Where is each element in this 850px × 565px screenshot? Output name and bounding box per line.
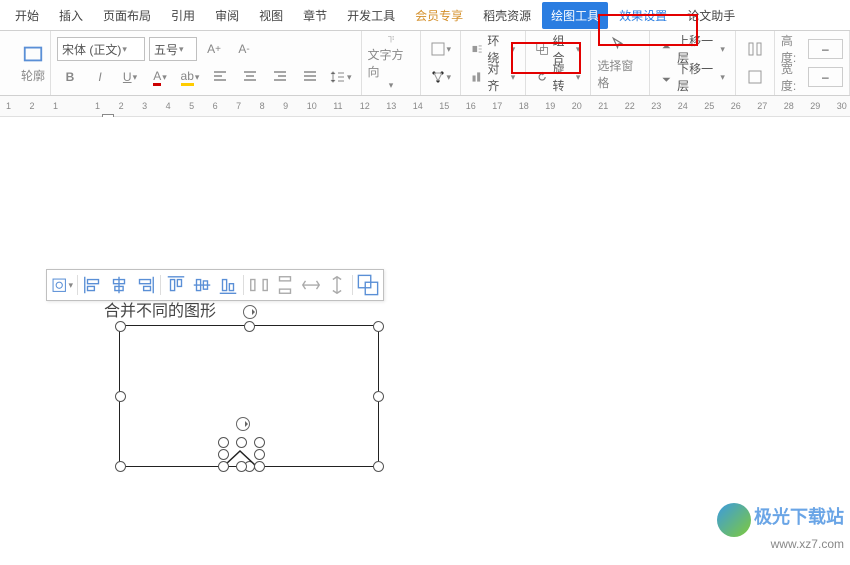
document-heading: 合并不同的图形 [104, 297, 216, 321]
align-left-icon[interactable] [207, 65, 233, 89]
italic-icon[interactable]: I [87, 65, 113, 89]
font-name-select[interactable]: 宋体 (正文)▾ [57, 37, 145, 61]
distribute-h-icon[interactable] [247, 273, 271, 297]
resize-handle[interactable] [115, 461, 126, 472]
shape-rectangle[interactable] [119, 325, 379, 467]
tab-review[interactable]: 审阅 [206, 2, 248, 29]
highlight-icon[interactable]: ab▾ [177, 65, 203, 89]
document-canvas[interactable]: ▾ 合并不同的图形 极光下载站 www.xz7.co [0, 117, 850, 557]
resize-handle[interactable] [254, 437, 265, 448]
increase-font-icon[interactable]: A+ [201, 37, 227, 61]
edit-shape-icon[interactable]: ▾ [427, 37, 455, 61]
equal-height-icon[interactable] [325, 273, 349, 297]
tab-developer[interactable]: 开发工具 [338, 2, 404, 29]
rotate-handle-icon[interactable] [236, 417, 250, 431]
tab-layout[interactable]: 页面布局 [94, 2, 160, 29]
align-center-icon[interactable] [237, 65, 263, 89]
width-label: 宽度: [781, 60, 804, 94]
selection-pane-button[interactable]: 选择窗格 [597, 35, 643, 91]
line-spacing-icon[interactable]: ▾ [327, 65, 355, 89]
menu-tabs: 开始 插入 页面布局 引用 审阅 视图 章节 开发工具 会员专享 稻壳资源 绘图… [0, 0, 850, 31]
resize-handle[interactable] [254, 461, 265, 472]
font-size-select[interactable]: 五号▾ [149, 37, 197, 61]
size-anchor-icon[interactable] [742, 37, 768, 61]
tab-section[interactable]: 章节 [294, 2, 336, 29]
resize-handle[interactable] [218, 449, 229, 460]
align-right-icon[interactable] [267, 65, 293, 89]
underline-icon[interactable]: U▾ [117, 65, 143, 89]
resize-handle[interactable] [236, 437, 247, 448]
font-color-icon[interactable]: A▾ [147, 65, 173, 89]
group-shapes-icon[interactable] [356, 273, 380, 297]
tab-daoke[interactable]: 稻壳资源 [474, 2, 540, 29]
tab-drawing-tools[interactable]: 绘图工具 [542, 2, 608, 29]
rotate-dropdown[interactable]: 旋转▾ [532, 58, 584, 96]
align-top-shape-icon[interactable] [164, 273, 188, 297]
decrease-font-icon[interactable]: A- [231, 37, 257, 61]
send-backward-button[interactable]: 下移一层▾ [656, 58, 728, 96]
drawing-toolbar: 轮廓 宋体 (正文)▾ 五号▾ A+ A- B I U▾ A▾ ab▾ ▾ 文字… [0, 31, 850, 96]
resize-handle[interactable] [244, 321, 255, 332]
resize-handle[interactable] [115, 391, 126, 402]
tab-insert[interactable]: 插入 [50, 2, 92, 29]
text-direction-button[interactable]: 文字方向▾ [368, 35, 414, 91]
shape-style-icon[interactable]: ▾ [50, 273, 74, 297]
horizontal-ruler[interactable]: 1211234567891011121314151617181920212223… [0, 96, 850, 117]
watermark: 极光下载站 www.xz7.com [717, 503, 844, 551]
tab-effect[interactable]: 效果设置 [610, 2, 676, 29]
align-dropdown[interactable]: 对齐▾ [467, 58, 519, 96]
align-middle-shape-icon[interactable] [190, 273, 214, 297]
height-input[interactable]: – [808, 39, 843, 59]
align-bottom-shape-icon[interactable] [216, 273, 240, 297]
resize-handle[interactable] [115, 321, 126, 332]
tab-view[interactable]: 视图 [250, 2, 292, 29]
tab-paper[interactable]: 论文助手 [678, 2, 744, 29]
outline-button[interactable]: 轮廓 [10, 35, 56, 91]
align-justify-icon[interactable] [297, 65, 323, 89]
tab-reference[interactable]: 引用 [162, 2, 204, 29]
resize-handle[interactable] [373, 391, 384, 402]
tab-member[interactable]: 会员专享 [406, 2, 472, 29]
width-input[interactable]: – [808, 67, 843, 87]
bold-icon[interactable]: B [57, 65, 83, 89]
align-left-shape-icon[interactable] [81, 273, 105, 297]
align-center-shape-icon[interactable] [107, 273, 131, 297]
size-lock-icon[interactable] [742, 65, 768, 89]
resize-handle[interactable] [218, 461, 229, 472]
resize-handle[interactable] [236, 461, 247, 472]
resize-handle[interactable] [218, 437, 229, 448]
resize-handle[interactable] [254, 449, 265, 460]
edit-points-icon[interactable]: ▾ [427, 65, 455, 89]
distribute-v-icon[interactable] [273, 273, 297, 297]
resize-handle[interactable] [373, 321, 384, 332]
rotate-handle-icon[interactable] [243, 305, 257, 319]
resize-handle[interactable] [373, 461, 384, 472]
watermark-logo-icon [717, 503, 751, 537]
equal-width-icon[interactable] [299, 273, 323, 297]
tab-start[interactable]: 开始 [6, 2, 48, 29]
align-right-shape-icon[interactable] [133, 273, 157, 297]
